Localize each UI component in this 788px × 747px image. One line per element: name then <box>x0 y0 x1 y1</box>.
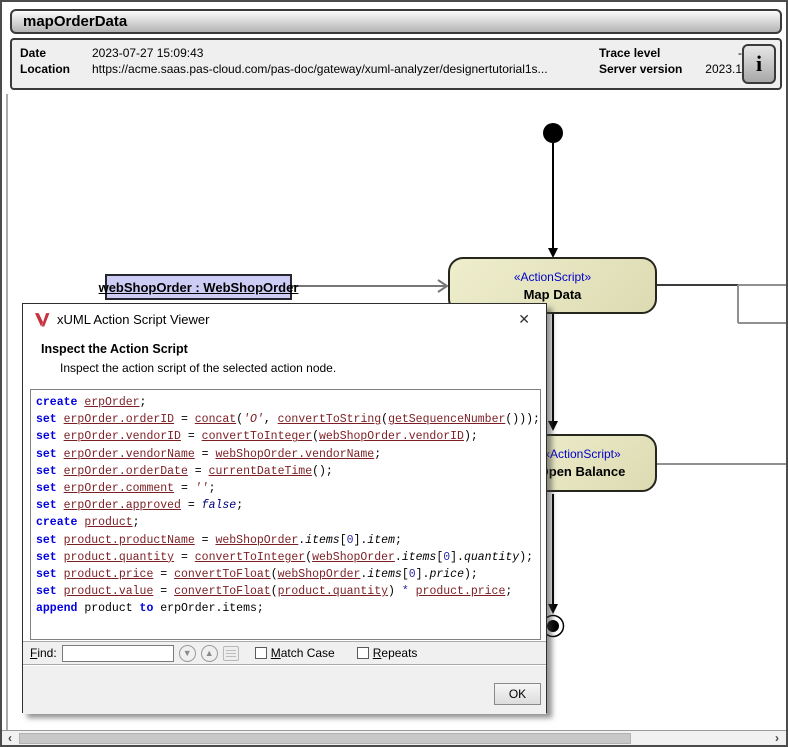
trace-level-label: Trace level <box>599 46 660 60</box>
highlight-all-icon[interactable] <box>223 646 239 661</box>
page-title: mapOrderData <box>10 9 782 34</box>
object-node-label: webShopOrder : WebShopOrder <box>99 280 299 295</box>
node-name: Open Balance <box>539 464 626 479</box>
match-case-option[interactable]: Match Case <box>255 646 335 660</box>
server-version-value: 2023.1 <box>692 62 742 76</box>
final-node[interactable] <box>547 620 559 632</box>
find-label: Find: <box>30 646 57 660</box>
dialog-title: xUML Action Script Viewer <box>57 312 514 327</box>
match-case-checkbox[interactable] <box>255 647 267 659</box>
dialog-titlebar: xUML Action Script Viewer ✕ <box>23 304 546 335</box>
location-value: https://acme.saas.pas-cloud.com/pas-doc/… <box>92 62 548 76</box>
repeats-label: Repeats <box>373 646 418 660</box>
date-label: Date <box>20 46 46 60</box>
horizontal-scrollbar[interactable]: ‹ › <box>2 730 786 745</box>
location-label: Location <box>20 62 70 76</box>
info-button[interactable]: i <box>742 44 776 84</box>
scroll-right-icon[interactable]: › <box>769 731 785 745</box>
action-script-code[interactable]: create erpOrder;set erpOrder.orderID = c… <box>30 389 541 640</box>
xuml-logo-icon <box>35 312 50 327</box>
trace-info-panel: Date 2023-07-27 15:09:43 Location https:… <box>10 38 782 90</box>
ok-button[interactable]: OK <box>494 683 541 705</box>
initial-node[interactable] <box>543 123 563 143</box>
open-arrowhead-icon <box>438 280 447 292</box>
find-next-icon[interactable]: ▼ <box>179 645 196 662</box>
node-name: Map Data <box>524 287 582 302</box>
match-case-label: Match Case <box>271 646 335 660</box>
page-title-text: mapOrderData <box>23 13 127 30</box>
object-node-webshoporder[interactable]: webShopOrder : WebShopOrder <box>105 274 292 300</box>
dialog-heading: Inspect the Action Script <box>41 342 188 356</box>
find-toolbar: Find: ▼ ▲ Match Case Repeats <box>23 641 546 665</box>
find-previous-icon[interactable]: ▲ <box>201 645 218 662</box>
arrowhead-icon <box>548 604 558 614</box>
action-script-viewer-dialog: xUML Action Script Viewer ✕ Inspect the … <box>22 303 547 713</box>
date-value: 2023-07-27 15:09:43 <box>92 46 203 60</box>
server-version-label: Server version <box>599 62 682 76</box>
repeats-option[interactable]: Repeats <box>357 646 418 660</box>
scroll-left-icon[interactable]: ‹ <box>2 731 18 745</box>
stereotype-label: «ActionScript» <box>543 447 620 461</box>
scrollbar-thumb[interactable] <box>19 733 631 744</box>
stereotype-label: «ActionScript» <box>514 270 591 284</box>
arrowhead-icon <box>548 421 558 431</box>
info-icon: i <box>756 51 762 77</box>
repeats-checkbox[interactable] <box>357 647 369 659</box>
find-input[interactable] <box>62 645 174 662</box>
app-window: mapOrderData Date 2023-07-27 15:09:43 Lo… <box>0 0 788 747</box>
dialog-description: Inspect the action script of the selecte… <box>60 361 336 375</box>
close-icon[interactable]: ✕ <box>514 310 534 329</box>
dialog-button-row: OK <box>23 666 546 714</box>
trace-level-value: - <box>692 46 742 60</box>
